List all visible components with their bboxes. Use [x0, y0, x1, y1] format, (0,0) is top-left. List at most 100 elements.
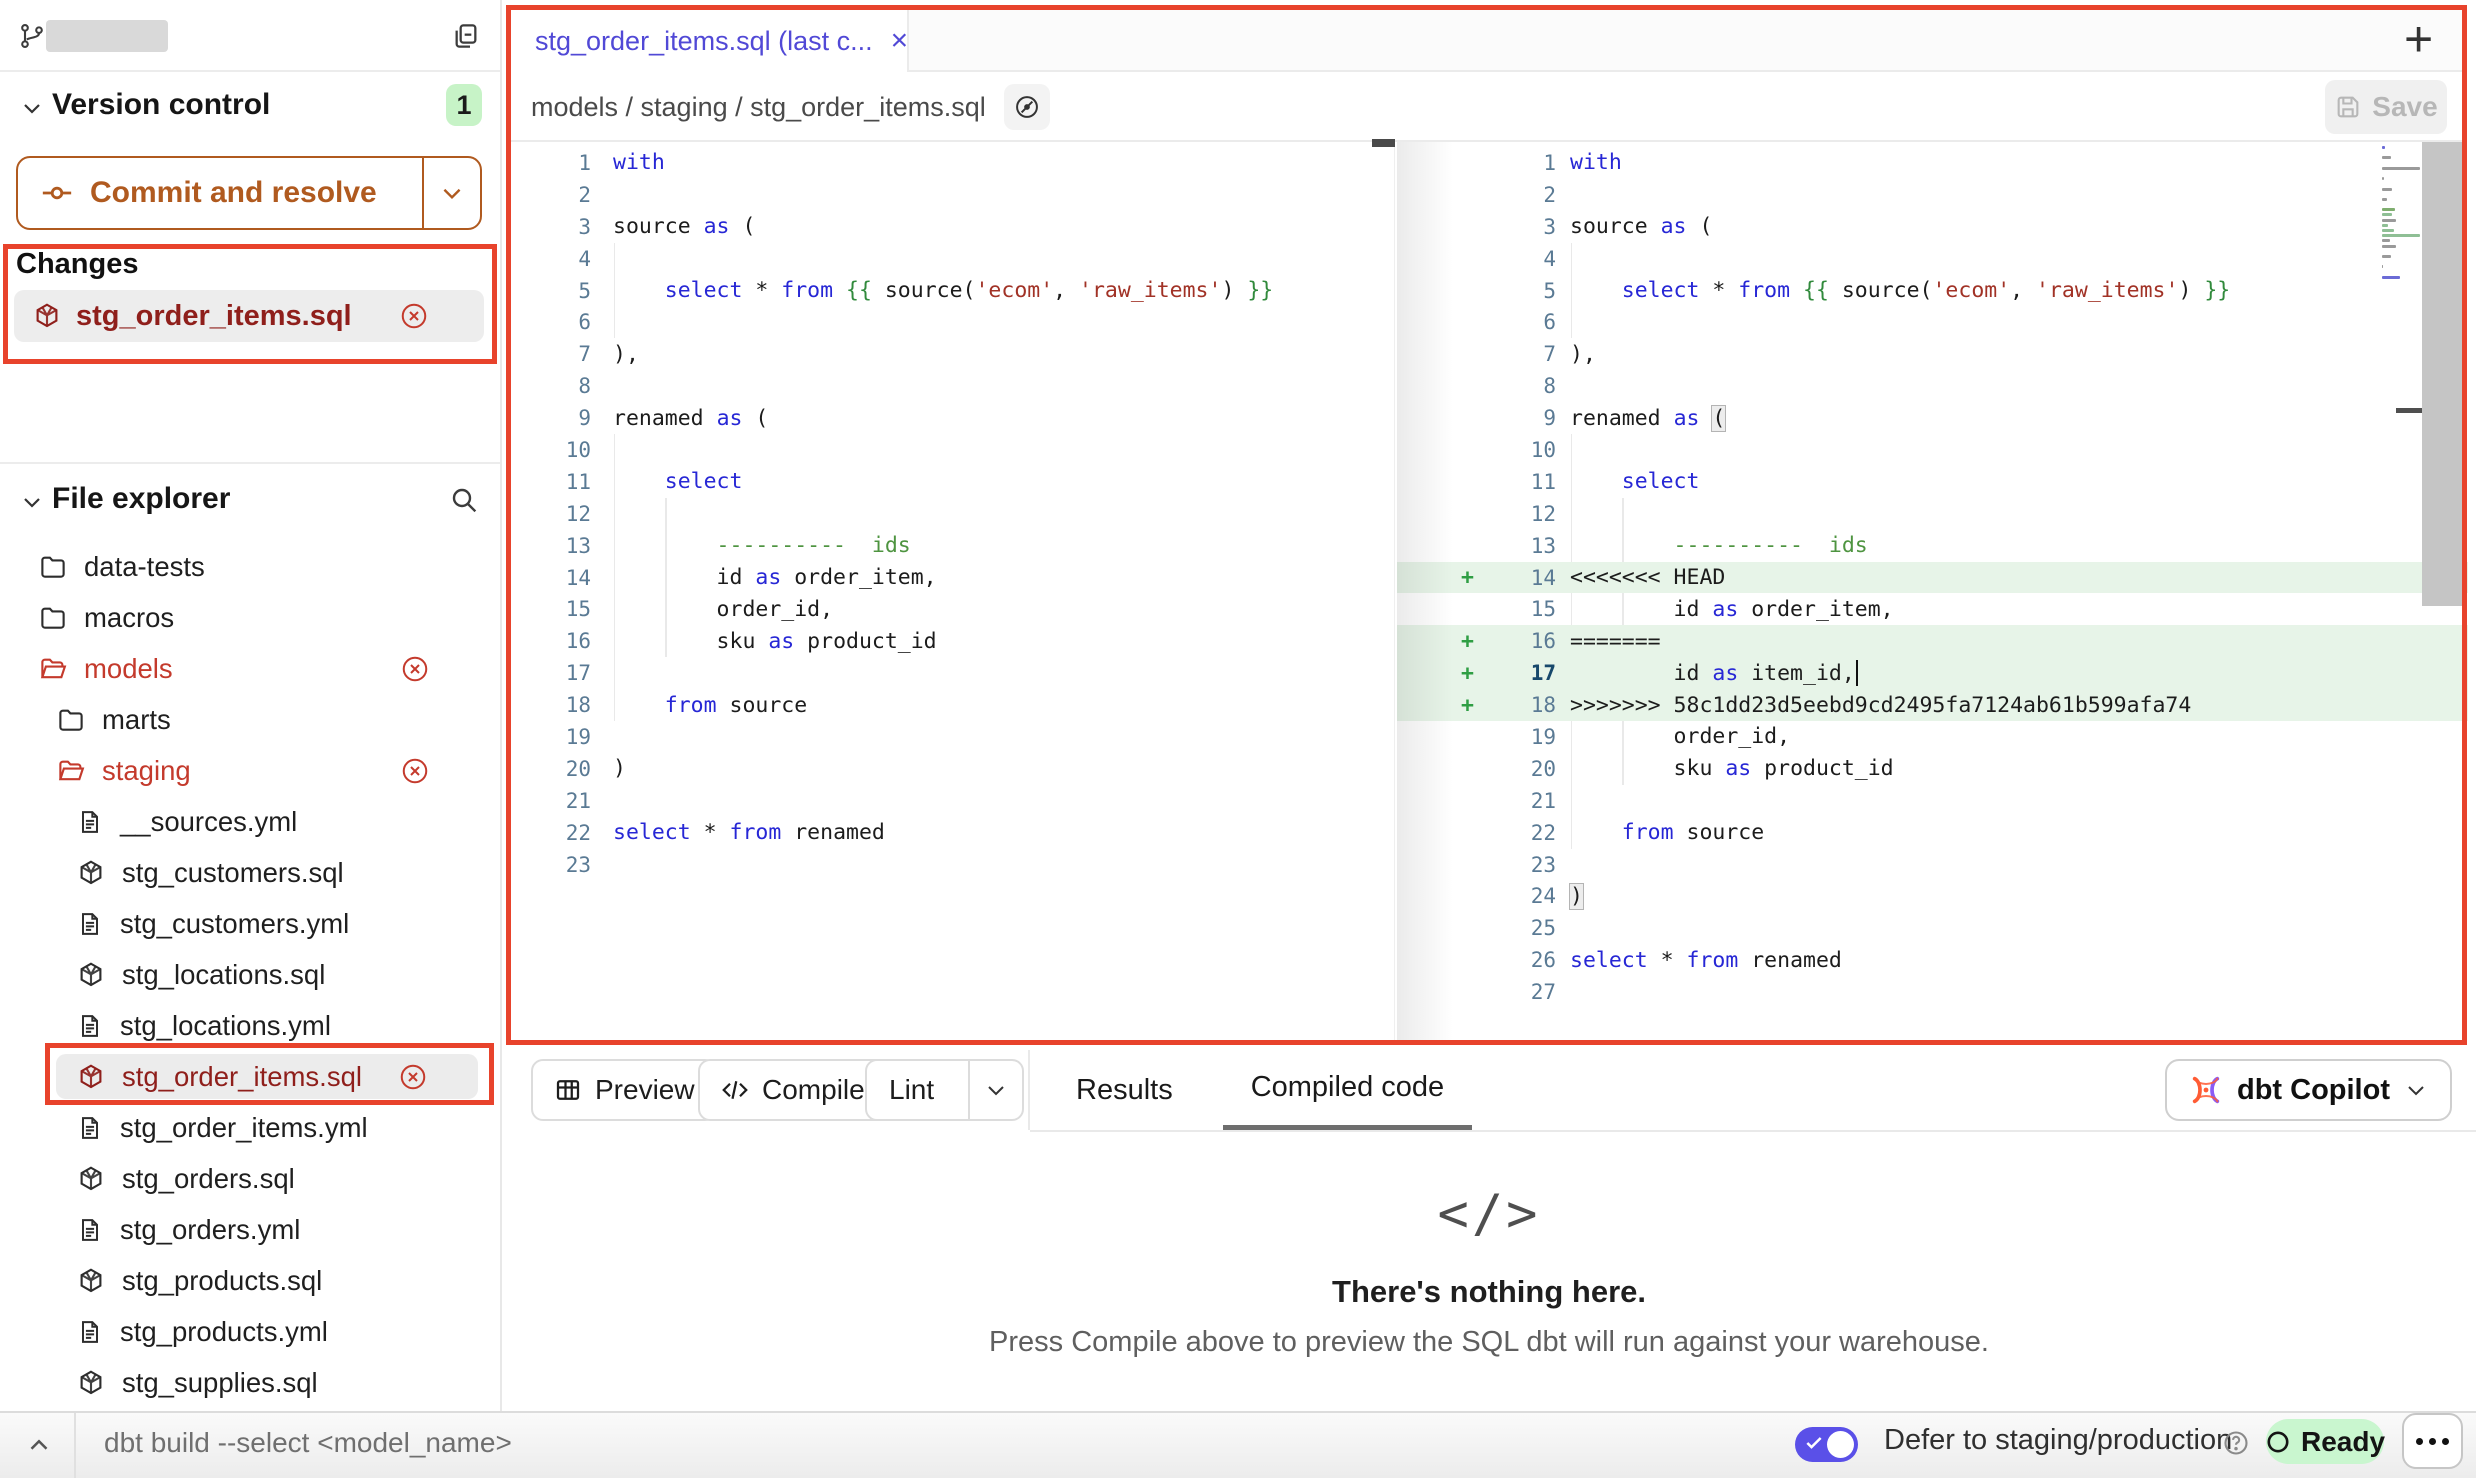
help-icon[interactable]: [2222, 1429, 2250, 1457]
lineage-icon[interactable]: [1004, 84, 1050, 130]
folder-icon: [56, 705, 86, 735]
lint-button[interactable]: Lint: [865, 1059, 1024, 1121]
line-number: 5: [511, 279, 591, 303]
tab-stg-order-items[interactable]: stg_order_items.sql (last c... ×: [511, 10, 909, 72]
file-tree-item-staging[interactable]: staging: [0, 745, 500, 796]
line-number: 7: [1493, 342, 1556, 366]
file-tree-item-marts[interactable]: marts: [0, 694, 500, 745]
copy-icon[interactable]: [450, 20, 482, 52]
command-input[interactable]: dbt build --select <model_name>: [104, 1427, 512, 1459]
code-line: 14 id as order_item,: [511, 562, 1394, 594]
line-number: 12: [1493, 502, 1556, 526]
file-tree-item-stg_order_items.yml[interactable]: stg_order_items.yml: [0, 1102, 500, 1153]
file-tree-item-stg_products.sql[interactable]: stg_products.sql: [0, 1255, 500, 1306]
code-icon: </>: [1438, 1184, 1541, 1244]
code-text: select * from renamed: [1570, 944, 2468, 976]
code-text: [1570, 849, 2468, 881]
chevron-up-icon[interactable]: [24, 1430, 54, 1460]
file-tree-item-__sources.yml[interactable]: __sources.yml: [0, 796, 500, 847]
status-badge-ready[interactable]: Ready: [2266, 1419, 2384, 1464]
code-pane-modified[interactable]: 1with23source as (45 select * from {{ so…: [1397, 142, 2468, 1040]
file-tree-item-models[interactable]: models: [0, 643, 500, 694]
code-line: 6: [511, 306, 1394, 338]
right-editor-scrollbar-thumb[interactable]: [2422, 142, 2466, 606]
search-icon[interactable]: [448, 484, 480, 516]
code-line: 19: [511, 721, 1394, 753]
indent-guide: [614, 657, 616, 689]
file-tree-item-stg_order_items.sql[interactable]: stg_order_items.sql: [0, 1051, 500, 1102]
code-line: 9renamed as (: [511, 402, 1394, 434]
file-tree-item-stg_locations.sql[interactable]: stg_locations.sql: [0, 949, 500, 1000]
discard-change-icon[interactable]: [398, 1062, 428, 1092]
dbt-copilot-button[interactable]: dbt Copilot: [2165, 1059, 2452, 1121]
file-icon: [76, 910, 104, 938]
tab-results[interactable]: Results: [1048, 1050, 1201, 1130]
chevron-down-icon[interactable]: [20, 490, 44, 514]
minimap[interactable]: [2382, 146, 2420, 286]
code-text: [613, 721, 1394, 753]
line-number: 8: [511, 374, 591, 398]
code-text: id as item_id,: [1570, 657, 2468, 689]
code-text: renamed as (: [1570, 402, 2468, 434]
file-tree-item-stg_products.yml[interactable]: stg_products.yml: [0, 1306, 500, 1357]
file-tree-item-stg_customers.sql[interactable]: stg_customers.sql: [0, 847, 500, 898]
tab-compiled-code[interactable]: Compiled code: [1223, 1050, 1472, 1130]
line-number: 6: [511, 310, 591, 334]
diff-added-marker: +: [1397, 629, 1493, 654]
left-editor-scrollbar-thumb[interactable]: [1372, 139, 1395, 147]
code-text: ---------- ids: [613, 530, 1394, 562]
model-cube-icon: [32, 301, 62, 331]
right-editor-scrollbar[interactable]: [2422, 142, 2466, 1040]
line-number: 10: [1493, 438, 1556, 462]
more-options-button[interactable]: [2402, 1413, 2463, 1469]
line-number: 24: [1493, 884, 1556, 908]
code-line: 17: [511, 657, 1394, 689]
chevron-down-icon[interactable]: [20, 96, 44, 120]
commit-options-dropdown[interactable]: [422, 158, 480, 228]
line-number: 20: [511, 757, 591, 781]
changes-file-row[interactable]: stg_order_items.sql: [14, 290, 484, 342]
indent-guide: [614, 689, 616, 721]
tab-close-icon[interactable]: ×: [891, 24, 909, 58]
compile-button[interactable]: Compile: [698, 1059, 887, 1121]
discard-change-icon[interactable]: [400, 756, 430, 786]
code-line: 22 from source: [1397, 817, 2468, 849]
compile-label: Compile: [762, 1074, 865, 1106]
code-line: +17 id as item_id,: [1397, 657, 2468, 689]
discard-change-icon[interactable]: [399, 301, 429, 331]
git-commit-icon: [40, 176, 74, 210]
file-tree-item-stg_orders.yml[interactable]: stg_orders.yml: [0, 1204, 500, 1255]
code-line: 24): [1397, 880, 2468, 912]
code-line: 2: [511, 179, 1394, 211]
indent-guide: [614, 275, 616, 307]
code-pane-original[interactable]: 1with23source as (45 select * from {{ so…: [511, 142, 1395, 1040]
file-tree-item-stg_customers.yml[interactable]: stg_customers.yml: [0, 898, 500, 949]
code-text: <<<<<<< HEAD: [1570, 562, 2468, 594]
file-tree-item-stg_orders.sql[interactable]: stg_orders.sql: [0, 1153, 500, 1204]
changes-list: stg_order_items.sql: [14, 290, 484, 342]
indent-guide: [1622, 753, 1624, 785]
line-number: 2: [1493, 183, 1556, 207]
code-text: [1570, 785, 2468, 817]
folder-open-icon: [56, 756, 86, 786]
indent-guide: [614, 466, 616, 498]
file-tree-item-macros[interactable]: macros: [0, 592, 500, 643]
line-number: 3: [511, 215, 591, 239]
discard-change-icon[interactable]: [400, 654, 430, 684]
sidebar-divider: [0, 462, 500, 464]
defer-toggle[interactable]: [1795, 1427, 1858, 1462]
code-text: [1570, 243, 2468, 275]
new-tab-button[interactable]: +: [2404, 14, 2433, 64]
file-tree-item-stg_supplies.sql[interactable]: stg_supplies.sql: [0, 1357, 500, 1408]
lint-options-dropdown[interactable]: [968, 1061, 1022, 1119]
file-tree-item-data-tests[interactable]: data-tests: [0, 541, 500, 592]
defer-label: Defer to staging/production: [1884, 1424, 2232, 1457]
code-line: 7),: [511, 338, 1394, 370]
preview-button[interactable]: Preview: [531, 1059, 717, 1121]
result-tabs: Results Compiled code: [1048, 1050, 1472, 1130]
commit-and-resolve-button[interactable]: Commit and resolve: [16, 156, 482, 230]
code-line: 21: [1397, 785, 2468, 817]
file-icon: [76, 1114, 104, 1142]
save-button[interactable]: Save: [2325, 80, 2447, 134]
file-tree-item-stg_locations.yml[interactable]: stg_locations.yml: [0, 1000, 500, 1051]
